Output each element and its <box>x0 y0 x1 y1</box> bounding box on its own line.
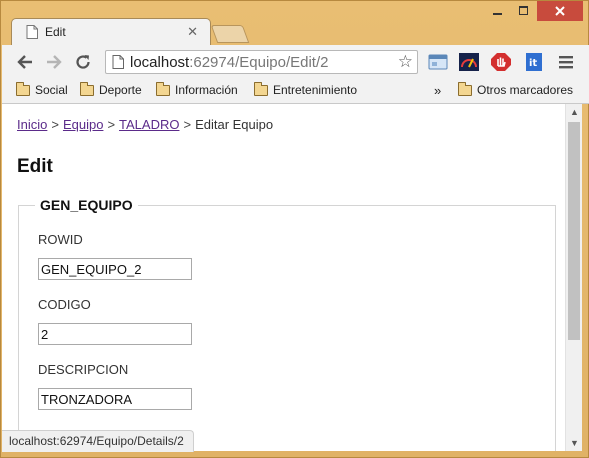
rowid-label: ROWID <box>38 232 83 247</box>
bookmark-star-icon[interactable]: ☆ <box>398 52 413 72</box>
tab-close-icon[interactable]: ✕ <box>187 24 198 40</box>
breadcrumb-separator: > <box>183 117 192 132</box>
status-bar-url: localhost:62974/Equipo/Details/2 <box>2 430 194 452</box>
browser-window: Edit ✕ localhost:62974/Equipo/Edit/2 ☆ i… <box>0 0 589 458</box>
folder-icon <box>254 81 268 96</box>
rowid-input[interactable] <box>38 258 192 280</box>
page-icon <box>26 25 38 39</box>
address-bar[interactable]: localhost:62974/Equipo/Edit/2 ☆ <box>105 50 418 74</box>
scrollbar-thumb[interactable] <box>568 122 580 340</box>
it-extension-icon[interactable]: it <box>524 53 544 71</box>
folder-icon <box>16 81 30 96</box>
bookmarks-overflow-button[interactable]: » <box>434 83 441 98</box>
url-text: localhost:62974/Equipo/Edit/2 <box>130 54 328 71</box>
back-button[interactable] <box>16 53 34 71</box>
breadcrumb-separator: > <box>51 117 59 132</box>
descripcion-label: DESCRIPCION <box>38 362 129 377</box>
breadcrumb-current: Editar Equipo <box>195 117 274 132</box>
bookmark-label: Deporte <box>99 83 142 97</box>
scroll-up-arrow-icon[interactable]: ▲ <box>566 104 583 120</box>
bookmark-informacion[interactable]: Información <box>156 81 238 97</box>
breadcrumb-equipo-link[interactable]: Equipo <box>63 117 103 132</box>
speedometer-extension-icon[interactable] <box>459 53 479 71</box>
bookmark-entretenimiento[interactable]: Entretenimiento <box>254 81 358 97</box>
bookmark-deporte[interactable]: Deporte <box>80 81 142 97</box>
bookmark-label: Entretenimiento <box>273 83 358 97</box>
close-icon <box>555 6 565 16</box>
codigo-input[interactable] <box>38 323 192 345</box>
folder-icon <box>156 81 170 96</box>
bookmark-label: Información <box>175 83 238 97</box>
fieldset-legend: GEN_EQUIPO <box>35 197 138 213</box>
tab-title: Edit <box>45 25 66 39</box>
minimize-icon <box>493 13 502 15</box>
url-host: localhost <box>130 54 190 71</box>
reload-button[interactable] <box>74 53 92 71</box>
tab-edit[interactable]: Edit ✕ <box>11 18 211 46</box>
svg-text:it: it <box>529 58 537 69</box>
bookmark-label: Social <box>35 83 68 97</box>
page-info-icon <box>112 55 124 69</box>
descripcion-input[interactable] <box>38 388 192 410</box>
breadcrumb-separator: > <box>107 117 116 132</box>
menu-icon[interactable] <box>556 53 576 71</box>
reload-icon <box>76 55 90 69</box>
bookmark-social[interactable]: Social <box>16 81 68 97</box>
gen-equipo-fieldset: GEN_EQUIPO ROWID CODIGO DESCRIPCION <box>18 197 556 451</box>
folder-icon <box>80 81 94 96</box>
forward-arrow-icon <box>47 55 62 69</box>
browser-toolbar: localhost:62974/Equipo/Edit/2 ☆ it <box>2 45 589 79</box>
bookmark-label: Otros marcadores <box>477 83 574 97</box>
breadcrumb-taladro-link[interactable]: TALADRO <box>119 117 179 132</box>
breadcrumb-inicio-link[interactable]: Inicio <box>17 117 47 132</box>
maximize-icon <box>519 6 528 15</box>
page-title: Edit <box>17 156 53 177</box>
vertical-scrollbar[interactable]: ▲ ▼ <box>565 104 582 451</box>
maximize-button[interactable] <box>511 1 537 21</box>
back-arrow-icon <box>17 55 32 69</box>
url-path: :62974/Equipo/Edit/2 <box>189 54 329 71</box>
minimize-button[interactable] <box>485 1 511 21</box>
page-content: Inicio > Equipo > TALADRO > Editar Equipo Edit… <box>2 104 565 451</box>
codigo-label: CODIGO <box>38 297 91 312</box>
folder-icon <box>458 81 472 96</box>
new-tab-button[interactable] <box>210 25 250 43</box>
forward-button[interactable] <box>45 53 63 71</box>
close-window-button[interactable] <box>537 1 583 21</box>
bookmark-otros-marcadores[interactable]: Otros marcadores <box>458 81 574 97</box>
bookmarks-bar: Social Deporte Información Entretenimien… <box>2 79 589 104</box>
breadcrumb: Inicio > Equipo > TALADRO > Editar Equipo <box>17 117 273 132</box>
scroll-down-arrow-icon[interactable]: ▼ <box>566 435 583 451</box>
window-extension-icon[interactable] <box>428 53 448 71</box>
adblock-icon[interactable] <box>491 53 511 71</box>
